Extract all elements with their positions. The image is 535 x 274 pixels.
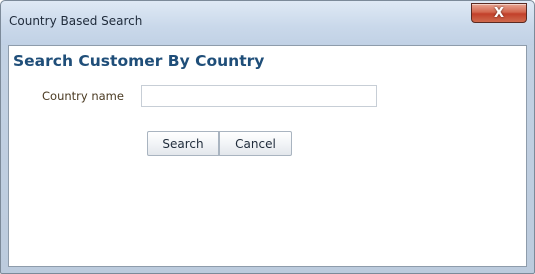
window-title: Country Based Search (9, 14, 143, 28)
dialog-content: Search Customer By Country Country name … (8, 45, 527, 267)
close-button[interactable]: X (471, 3, 527, 23)
cancel-button[interactable]: Cancel (219, 131, 292, 156)
dialog-window: Country Based Search X Search Customer B… (0, 0, 535, 274)
close-icon: X (493, 5, 505, 21)
search-button[interactable]: Search (147, 131, 219, 156)
page-title: Search Customer By Country (13, 52, 265, 70)
country-name-input[interactable] (141, 85, 377, 107)
title-bar[interactable]: Country Based Search X (1, 1, 534, 45)
country-name-label: Country name (42, 89, 124, 103)
